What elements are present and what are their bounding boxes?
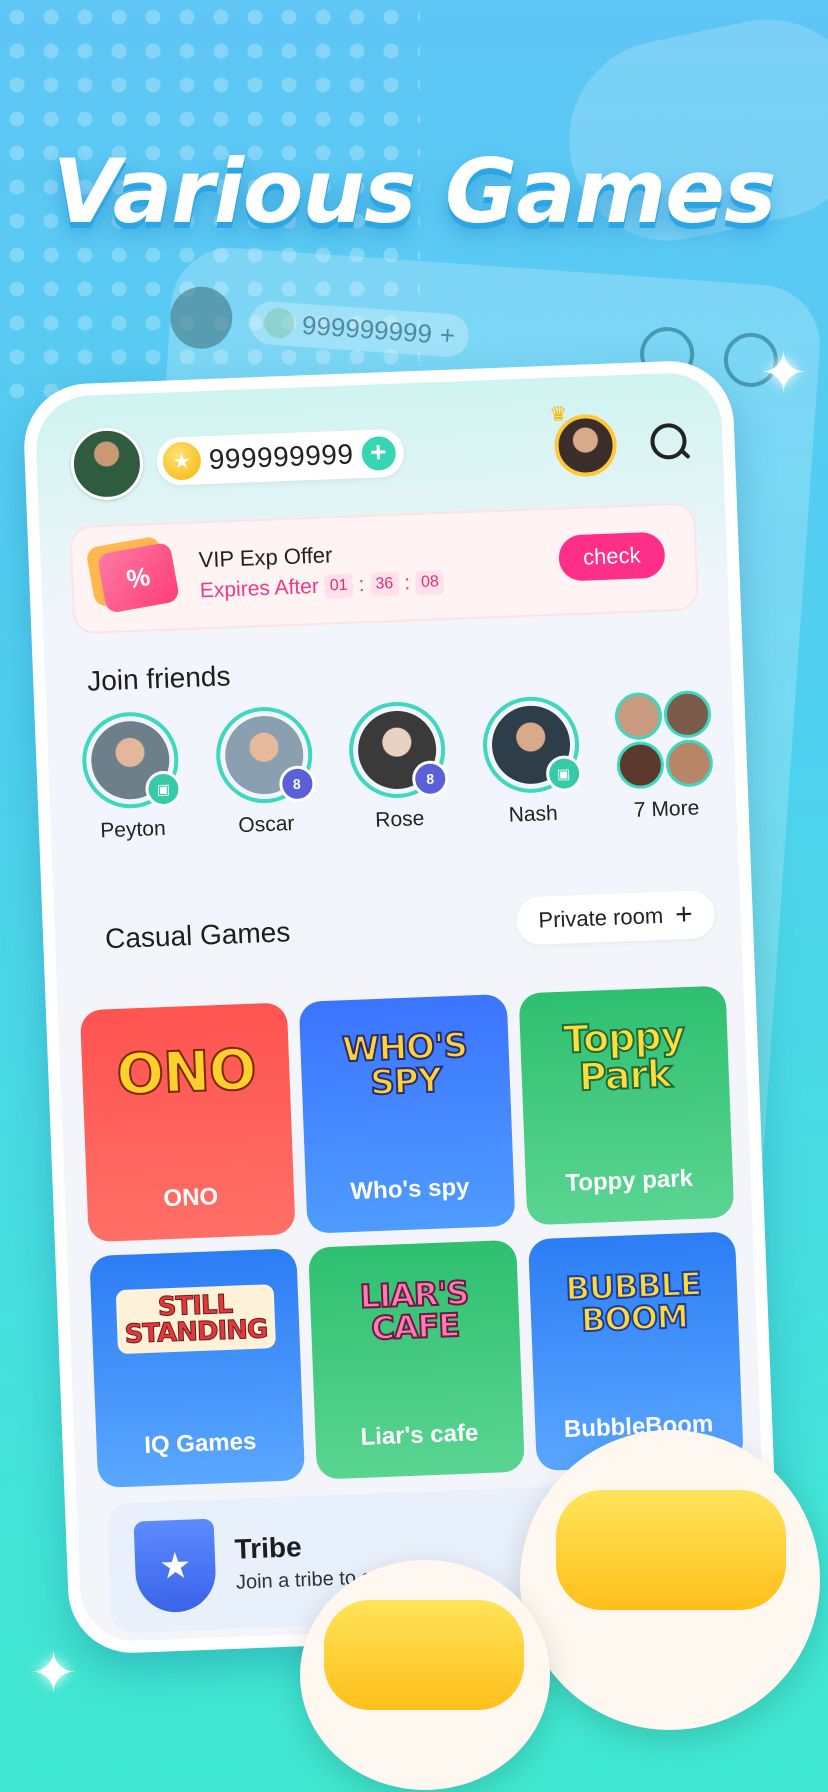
coin-balance[interactable]: ★ 999999999 + [155,428,405,486]
gift-badge-icon: ▣ [544,754,583,793]
game-label: Liar's cafe [360,1419,479,1451]
hero-title: Various Games [52,140,777,243]
friend-avatar: 8 [347,700,449,800]
check-button[interactable]: check [558,531,666,582]
vip-offer-banner[interactable]: % VIP Exp Offer Expires After 01 : 36 : … [69,502,699,635]
game-card-liars-cafe[interactable]: LIAR'S CAFE Liar's cafe [308,1239,525,1480]
vip-avatar-icon[interactable] [553,413,618,478]
game-logo: LIAR'S CAFE [358,1273,470,1349]
more-friends-button[interactable]: 7 More [602,689,727,824]
more-label: 7 More [633,796,700,822]
billiard-badge-icon: 8 [411,760,449,798]
timer-hours: 01 [324,573,354,599]
sparkle-icon: ✦ [30,1641,77,1704]
casual-games-title: Casual Games [104,916,291,955]
friend-item[interactable]: 8 Oscar [202,705,327,840]
ghost-avatar [168,284,235,351]
friend-avatar: ▣ [80,710,183,811]
timer-minutes: 36 [370,571,399,597]
add-coins-button[interactable]: + [360,435,397,472]
top-bar: ★ 999999999 + [69,406,694,502]
ghost-coin-pill: 999999999 + [248,299,471,358]
private-room-label: Private room [538,902,664,933]
coupon-icon: % [96,541,181,614]
game-logo: ONO [114,1037,257,1109]
mini-avatar [614,691,663,741]
friend-name: Nash [508,801,559,827]
expires-label: Expires After [199,574,320,603]
mascot-visor [556,1490,786,1610]
friend-avatar: 8 [213,705,316,805]
game-card-toppy-park[interactable]: Toppy Park Toppy park [518,985,735,1226]
friend-name: Rose [374,806,425,832]
mini-avatar [664,738,714,788]
search-icon[interactable] [646,418,694,466]
timer-sep: : [358,573,365,597]
coin-icon: ★ [162,441,202,481]
coin-value: 999999999 [208,438,354,475]
more-avatars [614,689,714,790]
ghost-coin-icon [263,307,296,340]
friend-name: Oscar [237,811,295,838]
friend-name: Peyton [99,816,167,843]
game-label: Toppy park [564,1164,694,1197]
game-label: IQ Games [143,1427,257,1460]
mascot-visor [324,1600,524,1710]
billiard-badge-icon: 8 [278,765,316,803]
vip-title: VIP Exp Offer [198,542,333,573]
game-art: BUBBLE BOOM [539,1224,728,1381]
friend-item[interactable]: ▣ Peyton [69,710,194,845]
game-logo: STILL STANDING [115,1284,276,1355]
friends-row: ▣ Peyton 8 Oscar 8 Rose ▣ Nash 7 More [69,689,728,844]
game-art: STILL STANDING [101,1241,290,1398]
join-friends-title: Join friends [86,660,231,697]
friend-avatar: ▣ [480,695,583,795]
game-art: WHO'S SPY [311,986,500,1143]
mini-avatar [663,689,712,739]
friend-item[interactable]: ▣ Nash [469,695,594,830]
game-logo: BUBBLE BOOM [564,1264,703,1341]
mini-avatar [616,740,665,790]
gift-badge-icon: ▣ [144,770,183,808]
game-logo: Toppy Park [561,1012,686,1100]
user-avatar[interactable] [69,426,145,502]
mascot-wink [300,1560,550,1790]
timer-seconds: 08 [415,570,445,596]
ghost-plus: + [438,318,457,350]
timer-sep: : [403,571,411,595]
game-card-ono[interactable]: ONO ONO [79,1002,296,1243]
game-art: ONO [92,995,281,1152]
game-label: Who's spy [349,1173,470,1206]
games-grid: ONO ONO WHO'S SPY Who's spy Toppy Park T… [79,985,744,1488]
plus-icon: + [674,897,694,932]
sparkle-icon: ✦ [760,341,807,404]
game-art: Toppy Park [530,978,719,1135]
game-label: ONO [162,1183,219,1213]
tribe-title: Tribe [234,1530,303,1565]
mascot-laughing [520,1430,820,1730]
game-card-iq-games[interactable]: STILL STANDING IQ Games [89,1248,306,1488]
game-card-whos-spy[interactable]: WHO'S SPY Who's spy [299,993,516,1234]
friend-item[interactable]: 8 Rose [335,700,460,835]
game-logo: WHO'S SPY [340,1025,468,1105]
private-room-button[interactable]: Private room + [515,889,716,946]
game-art: LIAR'S CAFE [320,1232,509,1389]
ghost-coin-value: 999999999 [301,309,433,349]
star-shield-icon: ★ [133,1518,218,1614]
